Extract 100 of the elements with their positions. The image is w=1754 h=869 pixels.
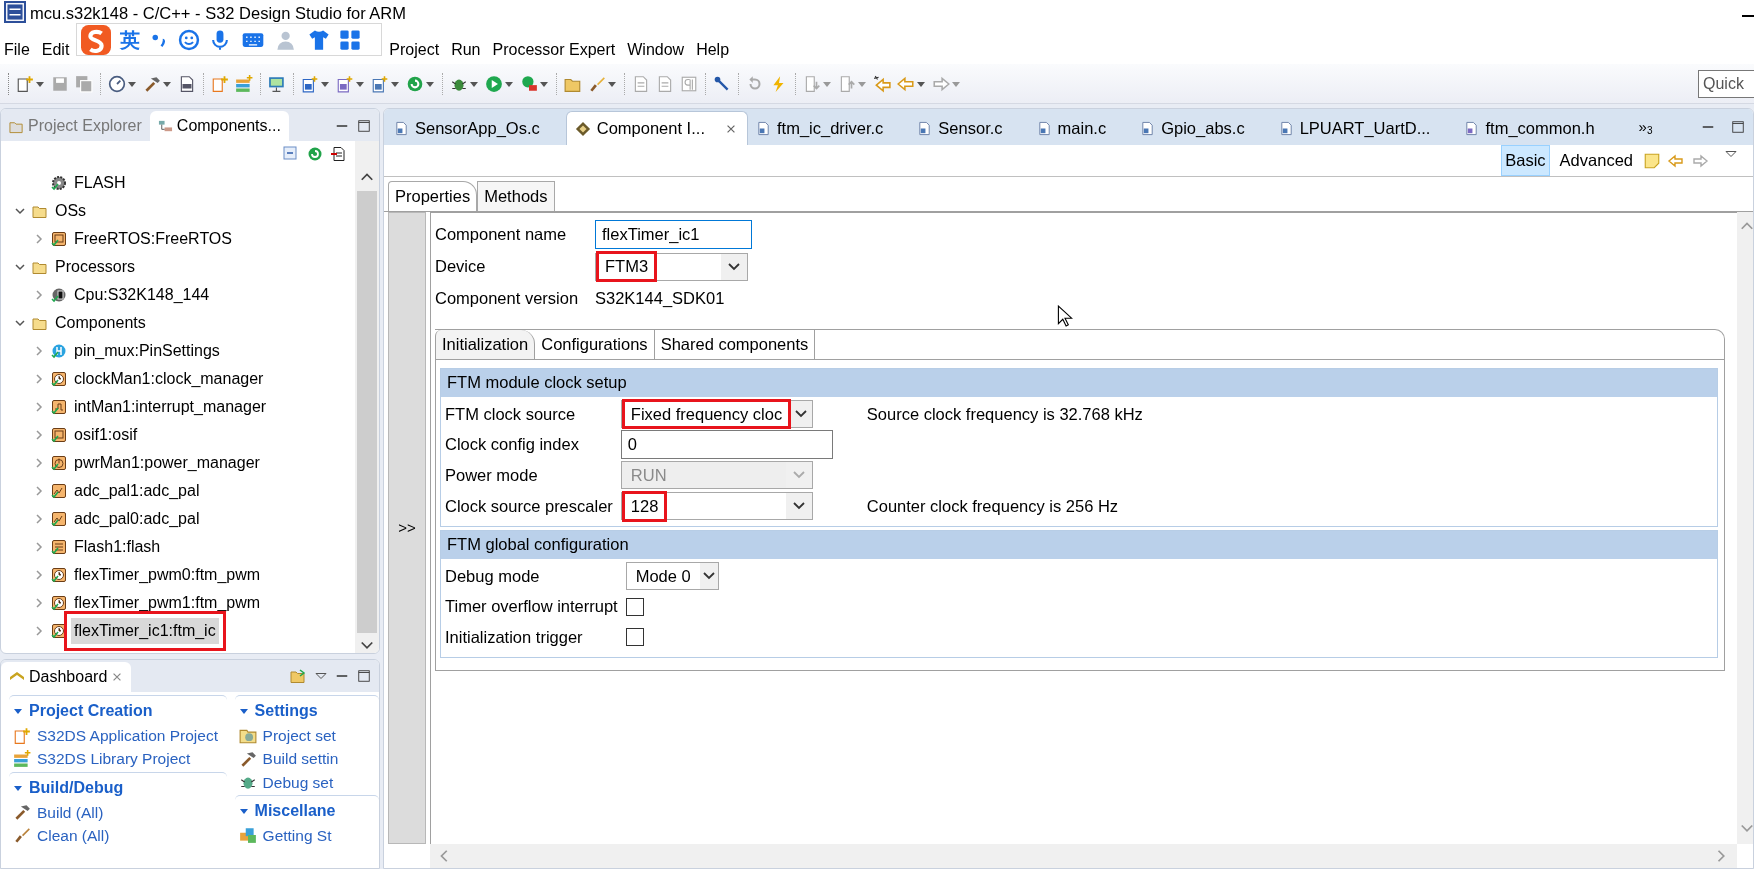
refresh-icon[interactable]: [307, 146, 323, 162]
menu-item[interactable]: Window: [623, 38, 689, 62]
view-tab[interactable]: Project Explorer: [1, 111, 150, 141]
language-toggle[interactable]: 英: [120, 24, 140, 55]
editor-tab[interactable]: ftm_common.h: [1456, 111, 1621, 145]
tree-item[interactable]: pin_mux:PinSettings: [71, 338, 223, 364]
text-field[interactable]: flexTimer_ic1: [595, 220, 752, 250]
scrollbar-thumb[interactable]: [357, 191, 377, 633]
dropdown[interactable]: 128: [620, 492, 813, 521]
dashboard-link[interactable]: S32DS Application Project: [37, 724, 218, 748]
dropdown-arrow-icon[interactable]: [320, 80, 330, 87]
tree-item[interactable]: flexTimer_ic1:ftm_ic: [71, 618, 219, 644]
new-project-icon[interactable]: [211, 74, 229, 93]
gauge-icon[interactable]: [108, 74, 126, 93]
quick-access-field[interactable]: Quick: [1698, 69, 1754, 98]
dashboard-link[interactable]: Project set: [262, 724, 336, 748]
collapse-all-icon[interactable]: [283, 146, 299, 162]
dropdown-arrow-icon[interactable]: [504, 80, 514, 87]
menu-item[interactable]: Edit: [37, 38, 74, 62]
twistie-icon[interactable]: [13, 783, 23, 792]
dropdown-arrow-icon[interactable]: [539, 80, 549, 87]
dashboard-link[interactable]: Build (All): [37, 800, 104, 824]
twistie-icon[interactable]: [238, 707, 249, 715]
checkbox[interactable]: [625, 628, 644, 647]
dropdown-arrow-icon[interactable]: [162, 80, 172, 87]
editor-tab[interactable]: main.c: [1028, 111, 1133, 145]
new-header-icon[interactable]: [336, 74, 354, 93]
monitor-icon[interactable]: [268, 74, 286, 93]
panel-toggle-button[interactable]: >>: [388, 211, 426, 844]
run-icon[interactable]: [485, 74, 503, 93]
menu-item[interactable]: Help: [692, 38, 734, 62]
dropdown-arrow-icon[interactable]: [390, 80, 400, 87]
editor-tab[interactable]: SensorApp_Os.c: [386, 111, 566, 145]
dropdown-arrow-icon[interactable]: [127, 80, 137, 87]
export-icon[interactable]: [331, 146, 347, 162]
menu-item[interactable]: File: [0, 38, 34, 62]
tree-item[interactable]: Cpu:S32K148_144: [71, 282, 213, 308]
binary-file-icon[interactable]: [178, 74, 196, 93]
section-tab[interactable]: Initialization: [435, 329, 536, 359]
tree-item[interactable]: OSs: [52, 198, 90, 224]
tree-item[interactable]: Processors: [52, 254, 139, 280]
twistie-icon[interactable]: [238, 806, 249, 815]
dashboard-link[interactable]: Debug set: [262, 770, 334, 794]
tree-item[interactable]: pwrMan1:power_manager: [71, 450, 263, 476]
dropdown[interactable]: Fixed frequency cloc: [620, 399, 813, 428]
smiley-icon[interactable]: [178, 28, 200, 51]
menu-item[interactable]: Project: [385, 38, 444, 62]
view-menu-icon[interactable]: [1725, 149, 1737, 159]
new-class-icon[interactable]: [301, 74, 319, 93]
view-menu-icon[interactable]: [315, 671, 327, 681]
dropdown[interactable]: FTM3: [595, 252, 748, 281]
pin-icon[interactable]: [713, 74, 731, 93]
view-tab[interactable]: Dashboard: [1, 662, 132, 692]
dropdown[interactable]: Mode 0: [625, 561, 719, 590]
dashboard-link[interactable]: Clean (All): [37, 823, 110, 847]
menu-item[interactable]: Processor Expert: [488, 38, 620, 62]
view-tab[interactable]: Components...: [149, 111, 289, 141]
dashboard-link[interactable]: Build settin: [262, 747, 339, 771]
microphone-icon[interactable]: [209, 28, 231, 51]
checkbox[interactable]: [625, 597, 644, 616]
dropdown-arrow-icon[interactable]: [469, 80, 479, 87]
editor-tab[interactable]: LPUART_UartD...: [1270, 111, 1457, 145]
more-tabs-button[interactable]: »$_{3}$: [1638, 115, 1653, 139]
menu-item[interactable]: Run: [447, 38, 485, 62]
dropdown-arrow-icon[interactable]: [355, 80, 365, 87]
tree-item[interactable]: intMan1:interrupt_manager: [71, 394, 270, 420]
mode-toggle[interactable]: Advanced: [1555, 145, 1637, 176]
maximize-icon[interactable]: [1731, 120, 1745, 134]
dashboard-link[interactable]: S32DS Library Project: [37, 747, 191, 771]
new-source-icon[interactable]: [371, 74, 389, 93]
shirt-icon[interactable]: [308, 28, 330, 51]
dashboard-link[interactable]: Getting St: [262, 823, 332, 847]
tree-item[interactable]: Flash1:flash: [71, 534, 164, 560]
dropdown-arrow-icon[interactable]: [916, 80, 926, 87]
dropdown-arrow-icon[interactable]: [607, 80, 617, 87]
editor-tab[interactable]: Gpio_abs.c: [1132, 111, 1271, 145]
page-tab[interactable]: Methods: [477, 181, 555, 211]
editor-tab[interactable]: Component I...: [565, 111, 748, 145]
ime-logo-icon[interactable]: [81, 24, 111, 55]
maximize-icon[interactable]: [357, 119, 371, 133]
external-tools-icon[interactable]: [520, 74, 538, 93]
tree-item[interactable]: osif1:osif: [71, 422, 141, 448]
forward-icon[interactable]: [1691, 152, 1709, 169]
note-icon[interactable]: [1643, 151, 1661, 170]
twistie-icon[interactable]: [13, 707, 23, 715]
tree-item[interactable]: adc_pal0:adc_pal: [71, 506, 203, 532]
apps-icon[interactable]: [339, 28, 361, 51]
tree-item[interactable]: flexTimer_pwm0:ftm_pwm: [71, 562, 264, 588]
page-tab[interactable]: Properties: [388, 181, 478, 211]
new-file-icon[interactable]: [16, 74, 34, 93]
mode-toggle[interactable]: Basic: [1501, 145, 1550, 176]
open-folder-icon[interactable]: [289, 668, 307, 684]
hammer-icon[interactable]: [143, 74, 161, 93]
library-project-icon[interactable]: [235, 74, 253, 93]
text-field[interactable]: 0: [620, 430, 833, 460]
tree-item[interactable]: clockMan1:clock_manager: [71, 366, 267, 392]
tree-item[interactable]: Components: [52, 310, 149, 336]
editor-tab[interactable]: Sensor.c: [909, 111, 1029, 145]
tree-item[interactable]: FreeRTOS:FreeRTOS: [71, 226, 235, 252]
tree-item[interactable]: FLASH: [71, 170, 129, 196]
